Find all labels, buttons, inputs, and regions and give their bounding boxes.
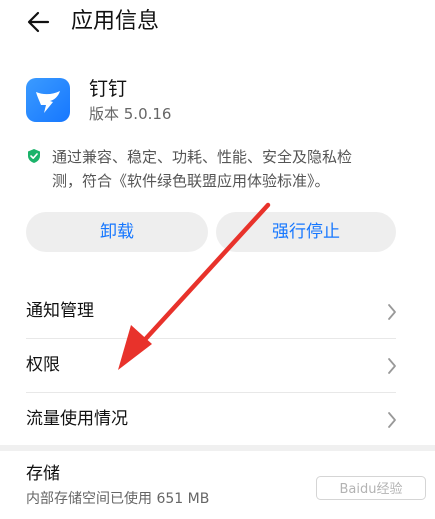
verified-shield-icon [28, 149, 40, 163]
title-bar: 应用信息 [0, 0, 435, 44]
app-version: 版本 5.0.16 [89, 105, 172, 123]
watermark-text: Baidu经验 [340, 481, 403, 497]
row-label: 权限 [26, 355, 60, 375]
row-label: 流量使用情况 [26, 409, 128, 429]
notification-management-row[interactable]: 通知管理 [0, 285, 435, 339]
certification-text-line1: 通过兼容、稳定、功耗、性能、安全及隐私检 [52, 148, 353, 166]
settings-list: 通知管理 权限 流量使用情况 [0, 285, 435, 445]
storage-title: 存储 [26, 464, 60, 484]
chevron-right-icon [388, 412, 396, 428]
row-label: 通知管理 [26, 301, 94, 321]
back-arrow-icon[interactable] [26, 9, 52, 35]
storage-usage: 内部存储空间已使用 651 MB [26, 491, 210, 507]
permissions-row[interactable]: 权限 [0, 339, 435, 393]
page-title: 应用信息 [71, 9, 160, 34]
uninstall-button[interactable]: 卸载 [26, 212, 208, 252]
certification-text-line2: 测，符合《软件绿色联盟应用体验标准》。 [52, 172, 330, 190]
baidu-jingyan-watermark: Baidu经验 [316, 476, 426, 500]
chevron-right-icon [388, 304, 396, 320]
force-stop-button[interactable]: 强行停止 [216, 212, 396, 252]
data-usage-row[interactable]: 流量使用情况 [0, 393, 435, 447]
app-info-card: 钉钉 版本 5.0.16 通过兼容、稳定、功耗、性能、安全及隐私检 测，符合《软… [0, 44, 435, 289]
chevron-right-icon [388, 358, 396, 374]
dingtalk-app-icon [26, 78, 70, 122]
app-name: 钉钉 [89, 78, 128, 100]
